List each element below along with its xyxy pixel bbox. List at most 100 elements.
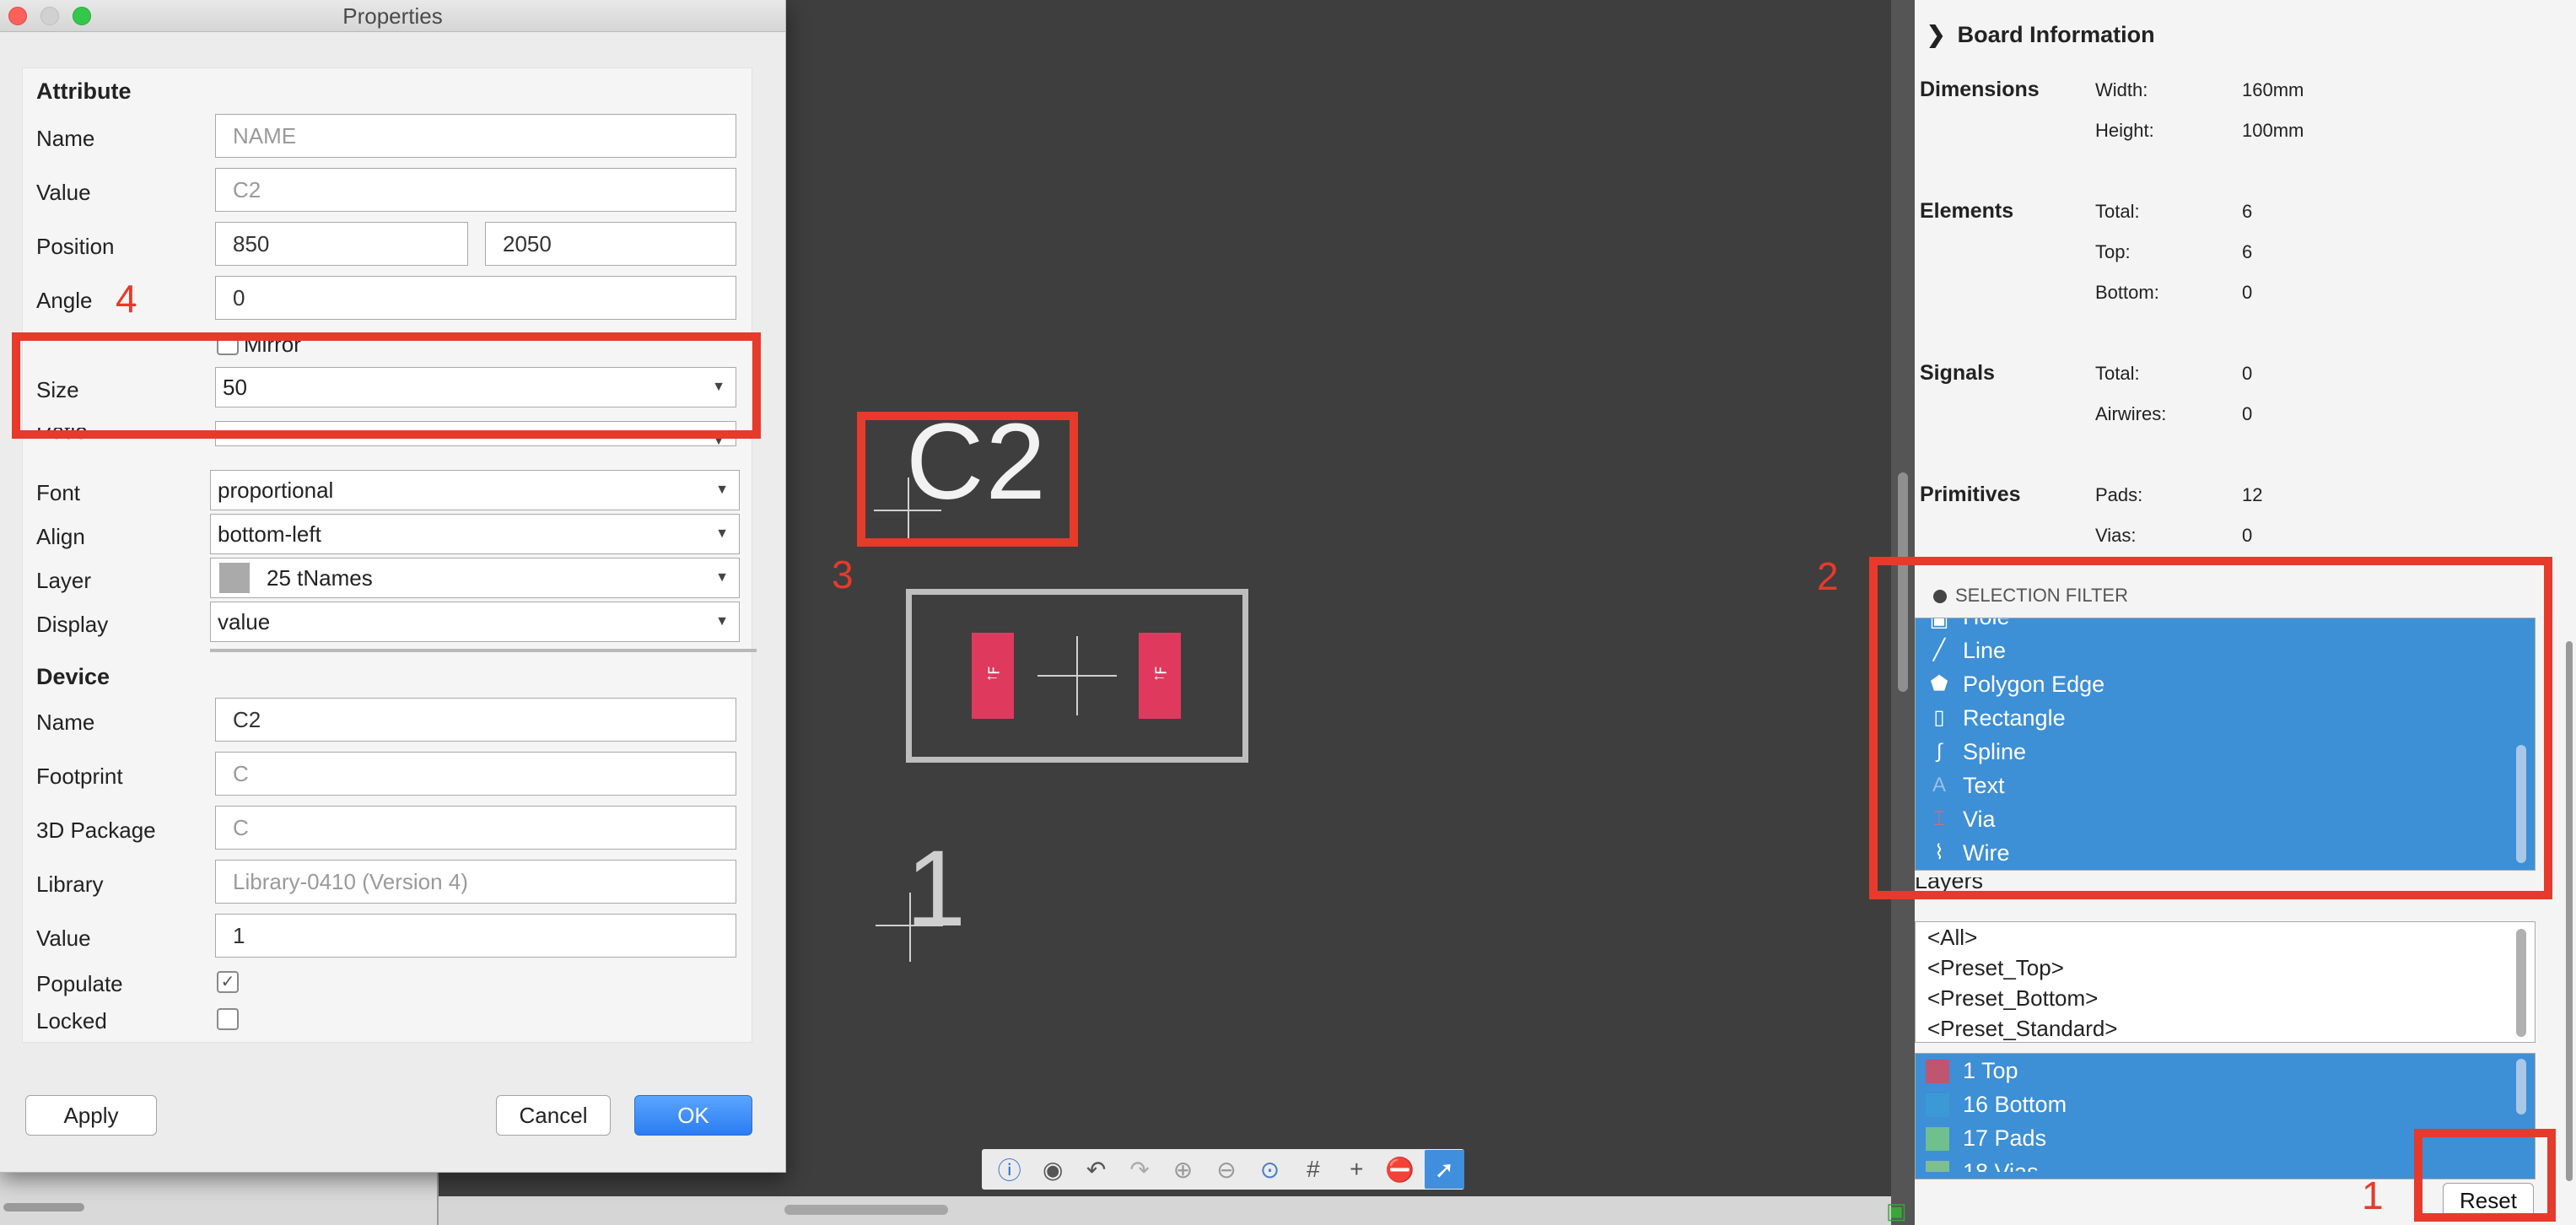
elements-total-value: 6 — [2242, 201, 2253, 222]
callout-4: 4 — [116, 277, 137, 321]
dialog-title: Properties — [342, 3, 443, 29]
attr-value-input[interactable]: C2 — [215, 168, 736, 212]
font-label: Font — [36, 480, 81, 505]
layer-item-top[interactable]: 1 Top — [1916, 1054, 2535, 1087]
device-section-title: Device — [36, 664, 110, 689]
apply-button[interactable]: Apply — [25, 1095, 157, 1136]
canvas-hscrollbar-track — [439, 1196, 1891, 1225]
font-select[interactable]: proportional — [210, 470, 740, 510]
properties-dialog: Properties Attribute Name NAME Value C2 … — [0, 0, 786, 1173]
populate-label: Populate — [36, 971, 123, 996]
zoom-in-icon[interactable]: ⊕ — [1164, 1152, 1202, 1186]
device-value-input[interactable]: 1 — [215, 914, 736, 958]
layer-select[interactable]: 25 tNames — [210, 558, 740, 598]
layer-swatch — [1926, 1093, 1949, 1117]
signals-total-key: Total: — [2095, 363, 2140, 384]
position-label: Position — [36, 234, 115, 259]
callout-2: 2 — [1817, 554, 1839, 598]
align-select[interactable]: bottom-left — [210, 514, 740, 554]
zoom-out-icon[interactable]: ⊖ — [1207, 1152, 1245, 1186]
presets-scrollbar[interactable] — [2516, 929, 2526, 1037]
layers-scrollbar[interactable] — [2516, 1059, 2526, 1114]
redo-icon[interactable]: ↷ — [1120, 1152, 1158, 1186]
populate-checkbox[interactable]: ✓ — [217, 971, 239, 993]
ok-button[interactable]: OK — [634, 1095, 752, 1136]
attr-name-label: Name — [36, 126, 95, 151]
locked-checkbox[interactable] — [217, 1008, 239, 1030]
library-input[interactable]: Library-0410 (Version 4) — [215, 860, 736, 904]
zoom-window-icon[interactable] — [73, 7, 91, 25]
preset-item[interactable]: <Preset_Top> — [1916, 952, 2535, 983]
layer-color-swatch — [219, 563, 250, 594]
part-value-text[interactable]: 1 — [906, 835, 966, 943]
footprint-label: Footprint — [36, 764, 123, 789]
crosshair-icon[interactable]: + — [1338, 1152, 1376, 1186]
pad-left[interactable]: Ⅎ↓ — [972, 633, 1014, 719]
info-icon[interactable]: ⓘ — [990, 1152, 1028, 1186]
width-key: Width: — [2095, 79, 2148, 100]
board-info-title: Board Information — [1957, 22, 2155, 47]
layer-swatch — [1926, 1060, 1949, 1083]
elements-top-value: 6 — [2242, 241, 2253, 262]
layer-item-label: 16 Bottom — [1963, 1092, 2067, 1117]
elements-bottom-key: Bottom: — [2095, 282, 2159, 303]
angle-input[interactable]: 0 — [215, 276, 736, 320]
stop-icon[interactable]: ⛔ — [1381, 1152, 1419, 1186]
grid-icon[interactable]: # — [1294, 1152, 1332, 1186]
library-label: Library — [36, 872, 104, 897]
minimize-window-icon[interactable] — [40, 7, 59, 25]
cancel-button[interactable]: Cancel — [496, 1095, 611, 1136]
attr-name-input[interactable]: NAME — [215, 114, 736, 158]
close-window-icon[interactable] — [8, 7, 27, 25]
layer-item-bottom[interactable]: 16 Bottom — [1916, 1087, 2535, 1121]
height-key: Height: — [2095, 120, 2154, 141]
properties-panel: Attribute Name NAME Value C2 Position 85… — [22, 67, 757, 1043]
layer-item-label: 17 Pads — [1963, 1125, 2047, 1151]
width-value: 160mm — [2242, 79, 2304, 100]
layer-presets-list[interactable]: <All> <Preset_Top> <Preset_Bottom> <Pres… — [1915, 921, 2536, 1043]
pkg3d-input[interactable]: C — [215, 806, 736, 850]
angle-label: Angle — [36, 288, 93, 313]
position-y-input[interactable]: 2050 — [485, 222, 736, 266]
elements-bottom-value: 0 — [2242, 282, 2253, 303]
dialog-strip-scrollbar[interactable] — [3, 1203, 84, 1212]
highlight-part-name — [857, 412, 1078, 547]
device-name-label: Name — [36, 710, 95, 735]
layer-swatch — [1926, 1161, 1949, 1172]
attribute-section-title: Attribute — [36, 78, 132, 104]
height-value: 100mm — [2242, 120, 2304, 141]
chevron-down-icon: ❯ — [1927, 22, 1946, 47]
pads-key: Pads: — [2095, 484, 2143, 505]
eye-icon[interactable]: ◉ — [1033, 1152, 1071, 1186]
layer-item-label: 1 Top — [1963, 1058, 2018, 1083]
callout-1: 1 — [2362, 1174, 2384, 1217]
device-value-label: Value — [36, 925, 91, 951]
right-panel-scrollbar[interactable] — [2566, 641, 2573, 1181]
position-x-input[interactable]: 850 — [215, 222, 468, 266]
preset-item[interactable]: <Preset_Bottom> — [1916, 983, 2535, 1013]
preset-item[interactable]: <Preset_Standard> — [1916, 1013, 2535, 1044]
elements-total-key: Total: — [2095, 201, 2140, 222]
layer-swatch — [1926, 1127, 1949, 1151]
footprint-input[interactable]: C — [215, 752, 736, 796]
vias-value: 0 — [2242, 525, 2253, 546]
zoom-fit-icon[interactable]: ⊙ — [1251, 1152, 1289, 1186]
board-info-header[interactable]: ❯ Board Information — [1927, 22, 2155, 48]
pad-right[interactable]: Ⅎ↓ — [1139, 633, 1181, 719]
canvas-hscrollbar[interactable] — [784, 1205, 948, 1215]
highlight-size-field — [12, 332, 761, 439]
device-name-input[interactable]: C2 — [215, 698, 736, 742]
dialog-bottom-strip — [0, 1173, 439, 1225]
chat-icon[interactable]: ▣ — [1886, 1198, 1907, 1224]
signals-label: Signals — [1920, 361, 1995, 385]
display-select[interactable]: value — [210, 602, 740, 642]
preset-item[interactable]: <All> — [1916, 922, 2535, 952]
attr-value-label: Value — [36, 180, 91, 205]
dimensions-label: Dimensions — [1920, 78, 2040, 101]
callout-3: 3 — [832, 553, 854, 596]
undo-icon[interactable]: ↶ — [1077, 1152, 1115, 1186]
display-label: Display — [36, 612, 109, 637]
dialog-titlebar[interactable]: Properties — [0, 0, 785, 32]
elements-label: Elements — [1920, 199, 2014, 223]
select-icon[interactable]: ➚ — [1424, 1150, 1464, 1189]
